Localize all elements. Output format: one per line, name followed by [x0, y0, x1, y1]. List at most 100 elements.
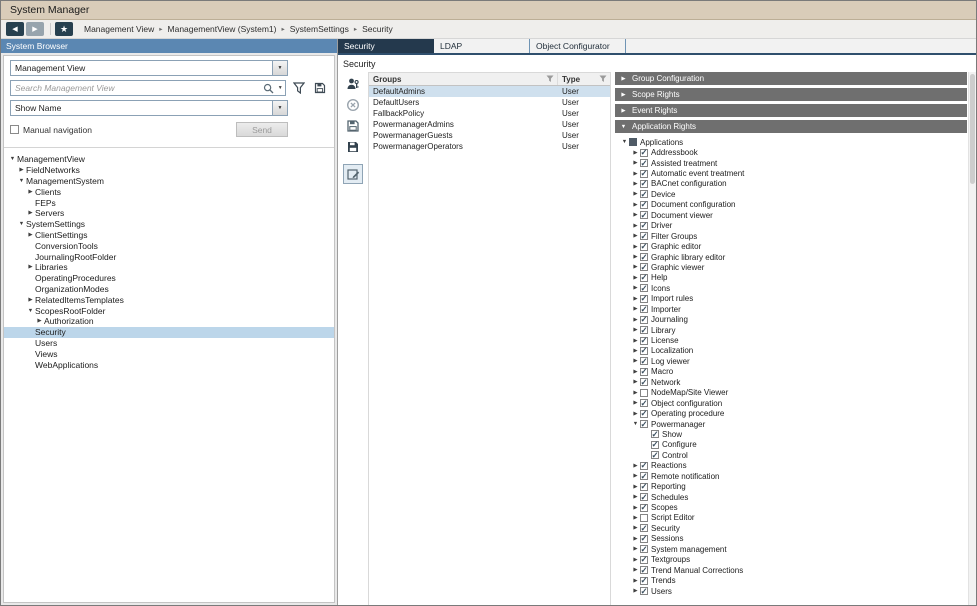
application-right-item[interactable]: Show [615, 429, 967, 439]
expander-icon[interactable]: ▶ [631, 473, 640, 479]
expander-icon[interactable]: ▶ [631, 244, 640, 250]
application-right-item[interactable]: ▶ Log viewer [615, 356, 967, 366]
section-scope-rights[interactable]: ▶ Scope Rights [615, 88, 967, 101]
group-row[interactable]: FallbackPolicy User [369, 108, 610, 119]
right-checkbox[interactable] [640, 556, 648, 564]
expander-icon[interactable]: ▶ [631, 223, 640, 229]
expander-icon[interactable]: ▶ [26, 232, 35, 238]
right-checkbox[interactable] [640, 253, 648, 261]
application-right-item[interactable]: ▶ Sessions [615, 534, 967, 544]
tree-item[interactable]: FEPs [4, 197, 334, 208]
expander-icon[interactable]: ▶ [631, 254, 640, 260]
expander-icon[interactable]: ▶ [631, 390, 640, 396]
application-right-item[interactable]: ▶ Scopes [615, 502, 967, 512]
right-checkbox[interactable] [640, 274, 648, 282]
send-button[interactable]: Send [236, 122, 288, 137]
application-right-item[interactable]: ▶ Library [615, 325, 967, 335]
expander-icon[interactable]: ▼ [17, 221, 26, 227]
expander-icon[interactable]: ▶ [26, 264, 35, 270]
section-event-rights[interactable]: ▶ Event Rights [615, 104, 967, 117]
tree-item[interactable]: JournalingRootFolder [4, 251, 334, 262]
application-right-item[interactable]: ▶ Graphic viewer [615, 262, 967, 272]
application-right-item[interactable]: ▶ Macro [615, 367, 967, 377]
application-right-item[interactable]: ▶ Trends [615, 575, 967, 585]
right-checkbox[interactable] [640, 399, 648, 407]
view-selector-dropdown[interactable]: Management View ▼ [10, 60, 288, 76]
tree-item[interactable]: WebApplications [4, 359, 334, 370]
application-right-item[interactable]: ▶ Document configuration [615, 200, 967, 210]
right-checkbox[interactable] [640, 149, 648, 157]
right-checkbox[interactable] [651, 430, 659, 438]
expander-icon[interactable]: ▶ [17, 167, 26, 173]
edit-properties-button[interactable] [343, 164, 363, 184]
expander-icon[interactable]: ▶ [631, 191, 640, 197]
right-checkbox[interactable] [640, 222, 648, 230]
application-right-item[interactable]: ▶ Driver [615, 221, 967, 231]
breadcrumb-item[interactable]: ManagementView (System1) [168, 24, 277, 34]
breadcrumb-item[interactable]: Security [362, 24, 393, 34]
save-all-button[interactable] [343, 137, 363, 157]
expander-icon[interactable]: ▶ [631, 400, 640, 406]
expander-icon[interactable]: ▶ [631, 536, 640, 542]
group-row[interactable]: PowermanagerGuests User [369, 130, 610, 141]
tree-item[interactable]: ▶ RelatedItemsTemplates [4, 294, 334, 305]
application-right-item[interactable]: ▶ Schedules [615, 492, 967, 502]
application-right-item[interactable]: ▶ Remote notification [615, 471, 967, 481]
expander-icon[interactable]: ▶ [631, 578, 640, 584]
filter-button[interactable] [291, 80, 307, 96]
application-right-item[interactable]: ▶ Security [615, 523, 967, 533]
favorites-button[interactable]: ★ [55, 22, 73, 36]
expander-icon[interactable]: ▶ [631, 317, 640, 323]
right-checkbox[interactable] [640, 347, 648, 355]
application-right-item[interactable]: ▶ Operating procedure [615, 408, 967, 418]
section-group-configuration[interactable]: ▶ Group Configuration [615, 72, 967, 85]
expander-icon[interactable]: ▶ [631, 275, 640, 281]
tab-ldap[interactable]: LDAP [434, 39, 530, 53]
search-options-chevron-icon[interactable]: ▼ [275, 85, 285, 91]
manual-navigation-checkbox[interactable] [10, 125, 19, 134]
tree-item[interactable]: ▼ ManagementSystem [4, 176, 334, 187]
application-right-item[interactable]: ▶ Journaling [615, 314, 967, 324]
chevron-down-icon[interactable]: ▼ [272, 61, 287, 75]
right-checkbox[interactable] [640, 514, 648, 522]
expander-icon[interactable]: ▶ [631, 285, 640, 291]
tree-item[interactable]: Security [4, 327, 334, 338]
application-right-item[interactable]: ▶ Icons [615, 283, 967, 293]
breadcrumb-item[interactable]: SystemSettings [290, 24, 349, 34]
application-right-item[interactable]: ▶ Reporting [615, 481, 967, 491]
right-checkbox[interactable] [629, 138, 637, 146]
expander-icon[interactable]: ▶ [631, 338, 640, 344]
application-right-item[interactable]: ▶ Addressbook [615, 147, 967, 157]
right-checkbox[interactable] [640, 483, 648, 491]
scrollbar-thumb[interactable] [970, 74, 975, 184]
right-checkbox[interactable] [640, 524, 648, 532]
expander-icon[interactable]: ▶ [631, 233, 640, 239]
right-checkbox[interactable] [640, 201, 648, 209]
expander-icon[interactable]: ▶ [631, 358, 640, 364]
tree-item[interactable]: ▶ Clients [4, 186, 334, 197]
right-checkbox[interactable] [640, 577, 648, 585]
expander-icon[interactable]: ▶ [631, 369, 640, 375]
filter-funnel-icon[interactable] [546, 75, 554, 83]
expander-icon[interactable]: ▶ [631, 150, 640, 156]
tree-item[interactable]: ▶ Servers [4, 208, 334, 219]
forward-button[interactable]: ▶ [26, 22, 44, 36]
expander-icon[interactable]: ▶ [631, 212, 640, 218]
right-checkbox[interactable] [640, 462, 648, 470]
group-row[interactable]: DefaultAdmins User [369, 86, 610, 97]
tree-item[interactable]: ▼ ScopesRootFolder [4, 305, 334, 316]
right-checkbox[interactable] [640, 170, 648, 178]
expander-icon[interactable]: ▶ [631, 264, 640, 270]
right-checkbox[interactable] [640, 378, 648, 386]
right-checkbox[interactable] [640, 545, 648, 553]
expander-icon[interactable]: ▶ [631, 160, 640, 166]
application-right-item[interactable]: ▶ BACnet configuration [615, 179, 967, 189]
right-checkbox[interactable] [640, 263, 648, 271]
expander-icon[interactable]: ▶ [631, 327, 640, 333]
expander-icon[interactable]: ▶ [26, 210, 35, 216]
right-checkbox[interactable] [640, 504, 648, 512]
remove-button[interactable] [343, 95, 363, 115]
expander-icon[interactable]: ▶ [631, 525, 640, 531]
right-checkbox[interactable] [651, 451, 659, 459]
expander-icon[interactable]: ▶ [631, 484, 640, 490]
